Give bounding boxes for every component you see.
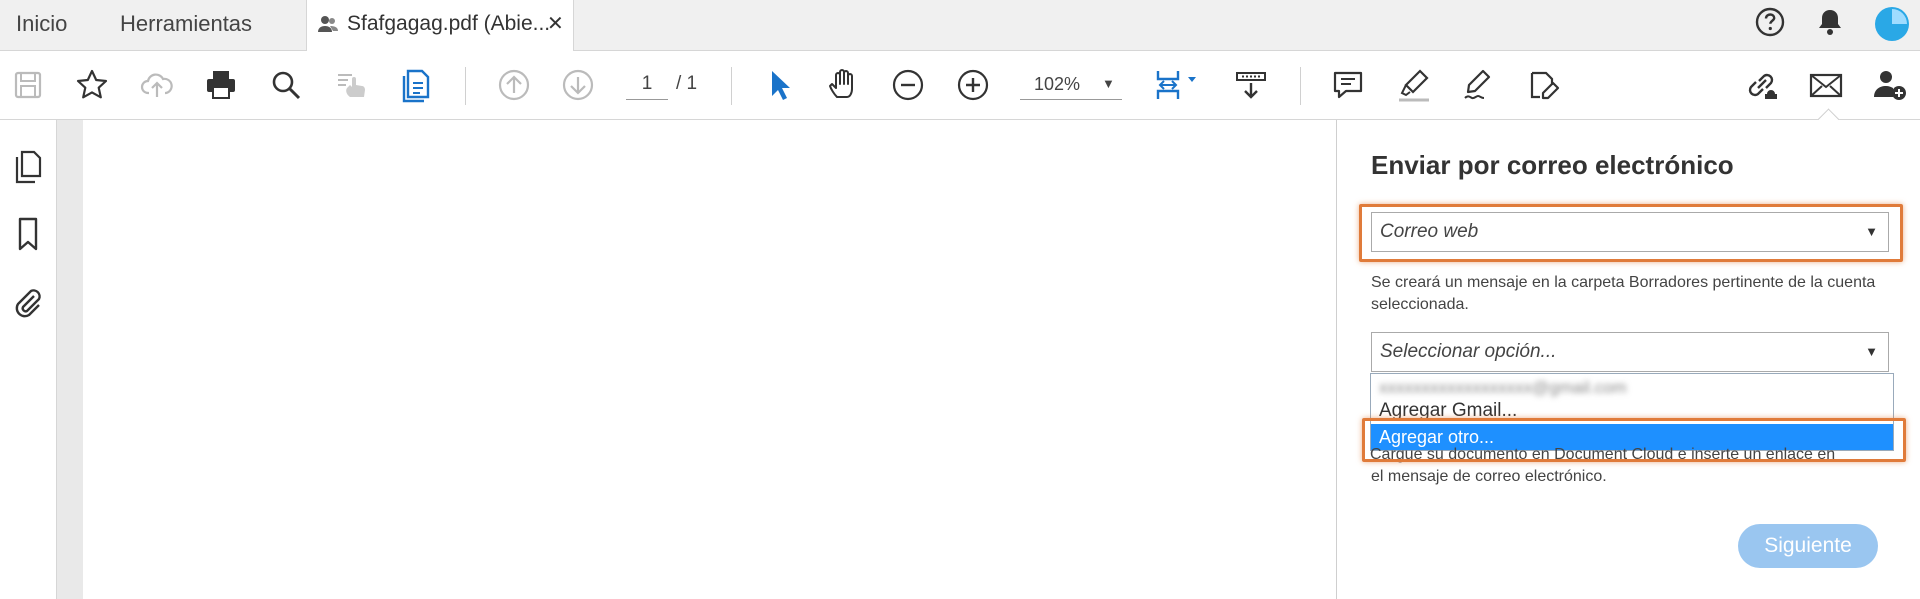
chevron-down-icon: ▼ bbox=[1865, 224, 1878, 239]
chevron-down-icon: ▼ bbox=[1865, 344, 1878, 359]
search-button[interactable] bbox=[268, 67, 304, 103]
cloud-description-line2: el mensaje de correo electrónico. bbox=[1371, 468, 1607, 485]
edit-pdf-button[interactable] bbox=[1525, 67, 1561, 103]
hand-sign-button[interactable] bbox=[334, 67, 370, 103]
favorite-button[interactable] bbox=[74, 67, 110, 103]
print-button[interactable] bbox=[203, 67, 239, 103]
attachment-icon[interactable] bbox=[8, 282, 48, 322]
scroll-icon bbox=[1236, 72, 1266, 99]
email-button[interactable] bbox=[1808, 67, 1844, 103]
cloud-upload-button[interactable] bbox=[139, 67, 175, 103]
add-user-icon bbox=[1874, 71, 1906, 100]
zoom-select[interactable]: 102% ▼ bbox=[1020, 69, 1122, 100]
zoom-out-button[interactable] bbox=[890, 67, 926, 103]
main-toolbar: 1 / 1 102% ▼ bbox=[0, 51, 1920, 120]
tab-home[interactable]: Inicio bbox=[16, 0, 67, 50]
sign-icon bbox=[1464, 69, 1491, 100]
highlight-button[interactable] bbox=[1396, 67, 1432, 103]
profile-icon[interactable] bbox=[1874, 6, 1910, 42]
select-tool-button[interactable] bbox=[762, 67, 798, 103]
panel-title: Enviar por correo electrónico bbox=[1371, 150, 1734, 180]
tab-tools[interactable]: Herramientas bbox=[120, 0, 252, 50]
hand-tool-button[interactable] bbox=[826, 67, 862, 103]
document-icon bbox=[402, 69, 430, 103]
add-user-button[interactable] bbox=[1872, 67, 1908, 103]
mail-icon bbox=[1809, 73, 1843, 98]
bell-icon[interactable] bbox=[1814, 6, 1846, 38]
shared-users-icon bbox=[318, 16, 338, 32]
left-navigation-rail bbox=[0, 120, 57, 599]
share-link-button[interactable] bbox=[1743, 67, 1779, 103]
tab-bar: Inicio Herramientas Sfafgagag.pdf (Abie.… bbox=[0, 0, 1920, 51]
sign-button[interactable] bbox=[1461, 67, 1497, 103]
save-button[interactable] bbox=[10, 67, 46, 103]
blurred-account-option[interactable]: xxxxxxxxxxxxxxxxxx@gmail.com bbox=[1379, 378, 1627, 398]
document-canvas[interactable] bbox=[83, 120, 1336, 599]
star-icon bbox=[76, 69, 108, 99]
document-tab-title: Sfafgagag.pdf (Abie... bbox=[347, 12, 551, 35]
zoom-in-icon bbox=[957, 69, 989, 101]
page-total: / 1 bbox=[676, 73, 698, 94]
comment-button[interactable] bbox=[1330, 67, 1366, 103]
toolbar-separator bbox=[731, 67, 732, 105]
zoom-out-icon bbox=[892, 69, 924, 101]
bookmark-icon[interactable] bbox=[8, 214, 48, 254]
link-icon bbox=[1748, 73, 1777, 99]
zoom-in-button[interactable] bbox=[955, 67, 991, 103]
cloud-upload-icon bbox=[140, 73, 173, 97]
mail-type-select[interactable]: Correo web ▼ bbox=[1371, 212, 1889, 252]
scroll-mode-button[interactable] bbox=[1233, 67, 1269, 103]
mail-type-value: Correo web bbox=[1380, 221, 1479, 242]
hand-icon bbox=[829, 69, 853, 98]
arrow-down-icon bbox=[562, 69, 594, 101]
search-icon bbox=[272, 71, 301, 100]
previous-page-button[interactable] bbox=[496, 67, 532, 103]
chevron-down-icon: ▼ bbox=[1102, 76, 1115, 91]
save-icon bbox=[14, 71, 42, 99]
next-button[interactable]: Siguiente bbox=[1738, 524, 1878, 568]
mail-description: Se creará un mensaje en la carpeta Borra… bbox=[1371, 274, 1876, 313]
organize-pages-button[interactable] bbox=[400, 67, 436, 103]
zoom-value: 102% bbox=[1034, 74, 1081, 94]
close-icon[interactable]: ✕ bbox=[547, 0, 564, 48]
fit-page-icon bbox=[1156, 71, 1196, 99]
edit-icon bbox=[1530, 71, 1560, 100]
help-icon[interactable] bbox=[1754, 6, 1786, 38]
next-page-button[interactable] bbox=[560, 67, 596, 103]
pages-icon[interactable] bbox=[8, 146, 48, 186]
tab-document[interactable]: Sfafgagag.pdf (Abie... ✕ bbox=[306, 0, 574, 51]
print-icon bbox=[207, 71, 235, 99]
document-gutter bbox=[57, 120, 83, 599]
account-placeholder: Seleccionar opción... bbox=[1380, 341, 1557, 362]
account-select[interactable]: Seleccionar opción... ▼ bbox=[1371, 332, 1889, 372]
comment-icon bbox=[1333, 71, 1363, 99]
arrow-up-icon bbox=[498, 69, 530, 101]
toolbar-separator bbox=[1300, 67, 1301, 105]
hand-sign-icon bbox=[338, 74, 365, 97]
fit-page-button[interactable] bbox=[1152, 67, 1202, 103]
highlighter-icon bbox=[1399, 69, 1429, 102]
orange-highlight-option bbox=[1362, 418, 1906, 462]
pointer-icon bbox=[772, 71, 790, 100]
toolbar-separator bbox=[465, 67, 466, 105]
page-number-input[interactable]: 1 bbox=[626, 69, 668, 100]
